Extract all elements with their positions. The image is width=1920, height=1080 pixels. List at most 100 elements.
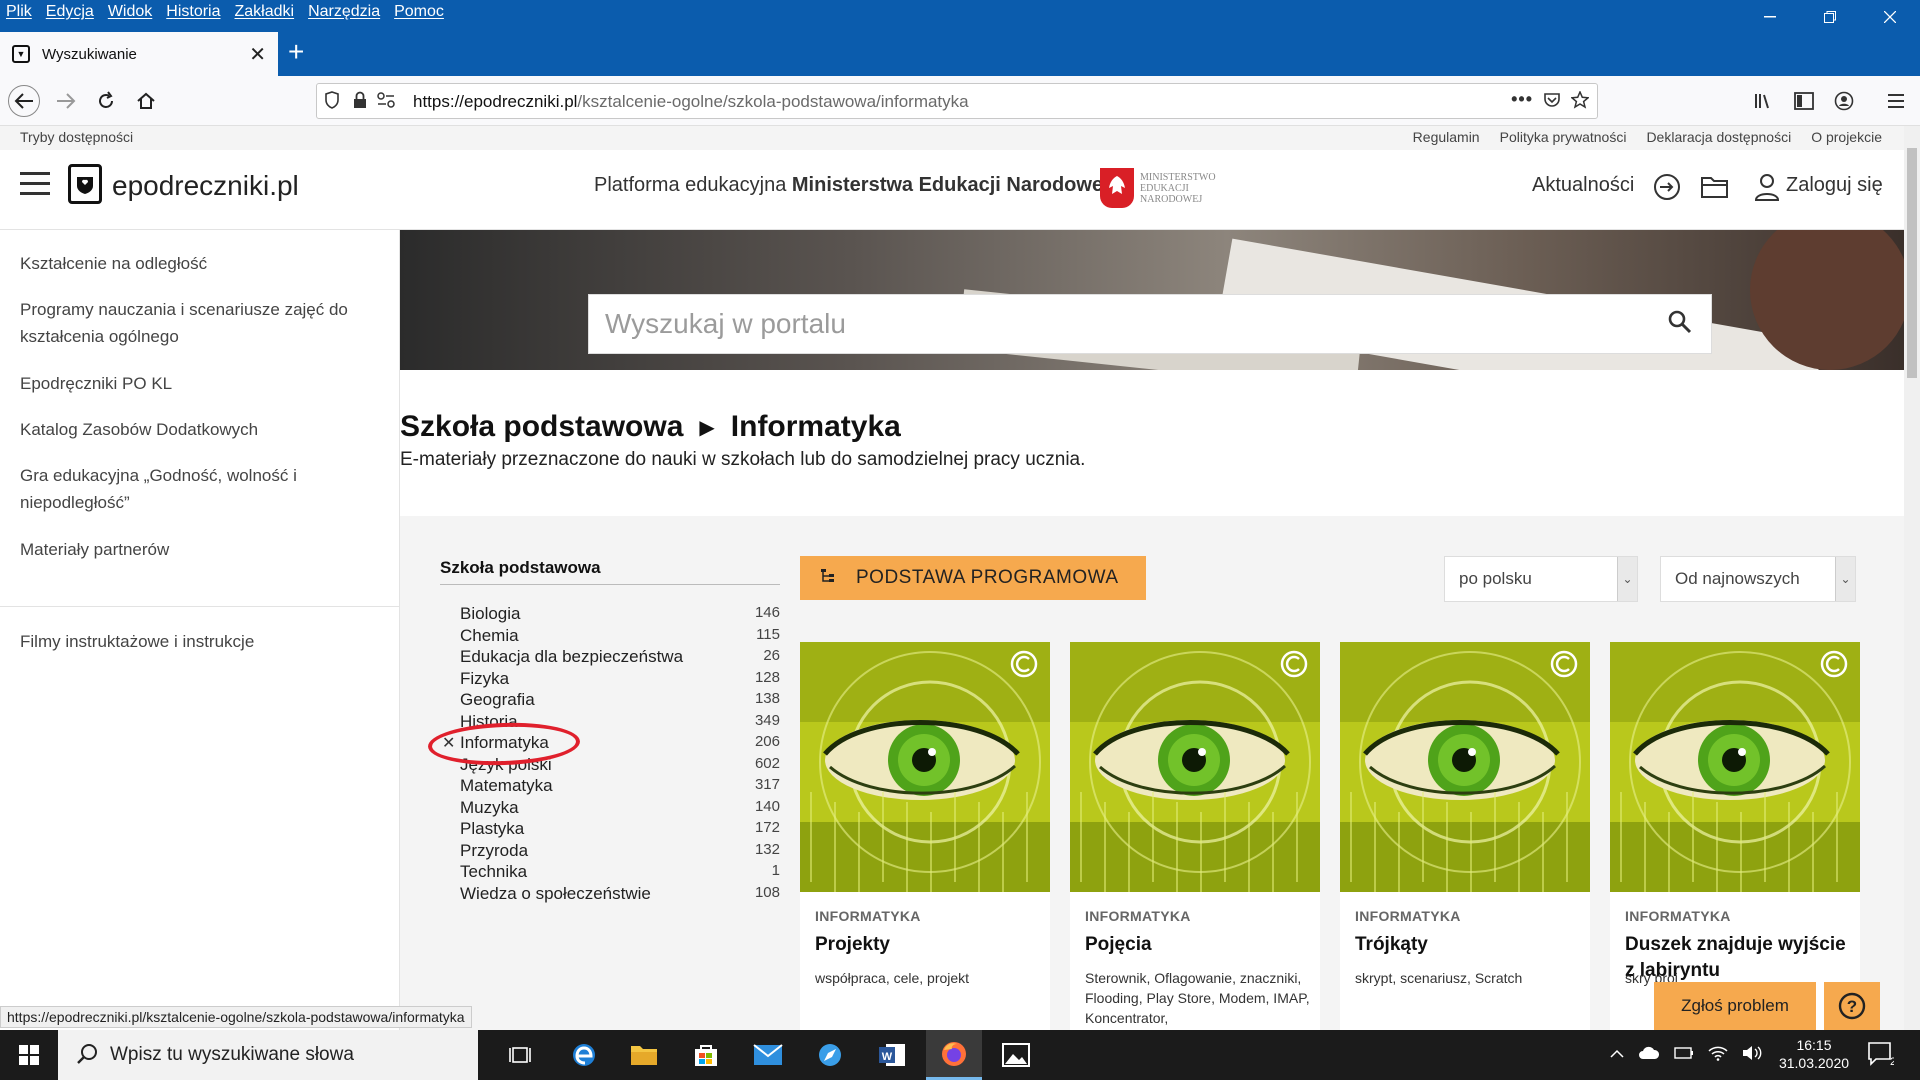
bookmark-star-icon[interactable] <box>1570 90 1590 114</box>
sidebar-item-catalog[interactable]: Katalog Zasobów Dodatkowych <box>20 416 360 443</box>
subject-filter-item[interactable]: Przyroda 132 <box>460 841 780 863</box>
search-button[interactable] <box>1667 309 1697 339</box>
address-bar[interactable]: https://epodreczniki.pl/ksztalcenie-ogol… <box>316 83 1598 119</box>
privacy-policy-link[interactable]: Polityka prywatności <box>1500 129 1627 145</box>
menu-file[interactable]: Plik <box>6 3 32 21</box>
login-link[interactable]: Zaloguj się <box>1786 174 1883 197</box>
new-tab-button[interactable]: + <box>288 36 304 68</box>
resource-card[interactable]: INFORMATYKA Projekty współpraca, cele, p… <box>800 642 1050 1030</box>
subject-filter-item[interactable]: Geografia 138 <box>460 690 780 712</box>
app-menu-button[interactable] <box>1880 85 1912 117</box>
battery-icon[interactable] <box>1674 1046 1694 1064</box>
forward-button[interactable] <box>50 85 82 117</box>
core-curriculum-button[interactable]: PODSTAWA PROGRAMOWA <box>800 556 1146 600</box>
permissions-icon[interactable] <box>377 91 395 114</box>
help-button[interactable]: ? <box>1824 982 1880 1030</box>
subject-filter-item[interactable]: Wiedza o społeczeństwie 108 <box>460 884 780 906</box>
start-button[interactable] <box>0 1030 58 1080</box>
subject-filter-item[interactable]: Matematyka 317 <box>460 776 780 798</box>
action-center-button[interactable]: 2 <box>1868 1042 1896 1071</box>
folder-icon[interactable] <box>1700 172 1730 202</box>
home-button[interactable] <box>130 85 162 117</box>
menu-view[interactable]: Widok <box>108 3 152 21</box>
subject-filter-item[interactable]: Fizyka 128 <box>460 669 780 691</box>
accessibility-statement-link[interactable]: Deklaracja dostępności <box>1646 129 1791 145</box>
site-menu-icon[interactable] <box>20 172 50 198</box>
page-scrollbar[interactable] <box>1904 126 1920 1030</box>
taskbar-word[interactable]: W <box>864 1030 920 1080</box>
reload-button[interactable] <box>90 85 122 117</box>
sidebar-icon <box>1794 92 1814 110</box>
about-project-link[interactable]: O projekcie <box>1811 129 1882 145</box>
taskbar-file-explorer[interactable] <box>616 1030 672 1080</box>
card-title[interactable]: Pojęcia <box>1085 932 1310 958</box>
close-tab-icon[interactable]: ✕ <box>249 42 266 67</box>
menu-help[interactable]: Pomoc <box>394 3 444 21</box>
shield-icon[interactable] <box>325 91 339 114</box>
sort-select[interactable]: Od najnowszych ⌄ <box>1660 556 1856 602</box>
hamburger-menu-icon <box>1888 94 1904 108</box>
taskbar-clock[interactable]: 16:15 31.03.2020 <box>1770 1036 1858 1072</box>
menu-bookmarks[interactable]: Zakładki <box>235 3 295 21</box>
sidebar-item-epodreczniki-pokl[interactable]: Epodręczniki PO KL <box>20 370 360 397</box>
windows-taskbar: Wpisz tu wyszukiwane słowa W 16:15 31.03… <box>0 1030 1920 1080</box>
library-button[interactable] <box>1748 85 1780 117</box>
pocket-icon[interactable] <box>1543 91 1561 114</box>
taskbar-store[interactable] <box>678 1030 734 1080</box>
sign-in-icon[interactable] <box>1652 172 1682 202</box>
page-actions-icon[interactable]: ••• <box>1511 89 1533 110</box>
subject-filter-item[interactable]: Biologia 146 <box>460 604 780 626</box>
wifi-icon[interactable] <box>1708 1045 1728 1066</box>
card-title[interactable]: Trójkąty <box>1355 932 1580 958</box>
taskbar-firefox[interactable] <box>926 1030 982 1080</box>
resource-card[interactable]: INFORMATYKA Trójkąty skrypt, scenariusz,… <box>1340 642 1590 1030</box>
sidebar-item-educational-game[interactable]: Gra edukacyjna „Godność, wolność i niepo… <box>20 462 360 516</box>
card-thumbnail-green-eye <box>800 642 1050 892</box>
filter-group-title: Szkoła podstawowa <box>440 558 780 585</box>
language-select[interactable]: po polsku ⌄ <box>1444 556 1638 602</box>
sidebar-item-tutorial-videos[interactable]: Filmy instruktażowe i instrukcje <box>20 628 360 655</box>
sidebar-item-distance-learning[interactable]: Kształcenie na odległość <box>20 250 360 277</box>
portal-search-input[interactable] <box>589 295 1649 353</box>
subject-count: 349 <box>754 711 780 729</box>
resource-card[interactable]: INFORMATYKA Duszek znajduje wyjście z la… <box>1610 642 1860 1030</box>
sidebar-item-partner-materials[interactable]: Materiały partnerów <box>20 536 360 563</box>
taskbar-web-app[interactable] <box>802 1030 858 1080</box>
site-logo-text[interactable]: epodreczniki.pl <box>112 170 299 202</box>
sidebar-toggle-button[interactable] <box>1788 85 1820 117</box>
terms-link[interactable]: Regulamin <box>1413 129 1480 145</box>
sidebar-item-curricula[interactable]: Programy nauczania i scenariusze zajęć d… <box>20 296 360 350</box>
volume-icon[interactable] <box>1742 1045 1762 1066</box>
tab-title: Wyszukiwanie <box>42 45 137 63</box>
tray-chevron-up-icon[interactable] <box>1610 1046 1624 1064</box>
epodreczniki-logo-icon[interactable] <box>68 164 102 204</box>
subject-filter-item[interactable]: Chemia 115 <box>460 626 780 648</box>
subject-filter-item[interactable]: Muzyka 140 <box>460 798 780 820</box>
lock-icon[interactable] <box>353 91 367 114</box>
subject-filter-item[interactable]: Plastyka 172 <box>460 819 780 841</box>
back-arrow-icon <box>14 93 33 109</box>
subject-filter-item[interactable]: Edukacja dla bezpieczeństwa 26 <box>460 647 780 669</box>
folder-icon <box>631 1046 657 1065</box>
taskbar-search-box[interactable]: Wpisz tu wyszukiwane słowa <box>58 1030 478 1080</box>
resource-card[interactable]: INFORMATYKA Pojęcia Sterownik, Oflagowan… <box>1070 642 1320 1030</box>
browser-tab[interactable]: ▼ Wyszukiwanie ✕ <box>0 32 278 76</box>
user-icon[interactable] <box>1752 172 1782 202</box>
news-link[interactable]: Aktualności <box>1532 174 1634 197</box>
taskbar-mail[interactable] <box>740 1030 796 1080</box>
taskbar-photos[interactable] <box>988 1030 1044 1080</box>
accessibility-modes-link[interactable]: Tryby dostępności <box>20 129 133 145</box>
task-view-button[interactable] <box>492 1030 548 1080</box>
menu-edit[interactable]: Edycja <box>46 3 94 21</box>
onedrive-cloud-icon[interactable] <box>1638 1046 1660 1065</box>
report-problem-button[interactable]: Zgłoś problem <box>1654 982 1816 1030</box>
scrollbar-thumb[interactable] <box>1907 148 1917 378</box>
subject-filter-item[interactable]: Technika 1 <box>460 862 780 884</box>
taskbar-edge[interactable] <box>556 1030 612 1080</box>
menu-tools[interactable]: Narzędzia <box>308 3 380 21</box>
breadcrumb-level-school[interactable]: Szkoła podstawowa <box>400 410 683 444</box>
back-button[interactable] <box>8 85 40 117</box>
card-title[interactable]: Projekty <box>815 932 1040 958</box>
account-button[interactable] <box>1828 85 1860 117</box>
menu-history[interactable]: Historia <box>166 3 220 21</box>
